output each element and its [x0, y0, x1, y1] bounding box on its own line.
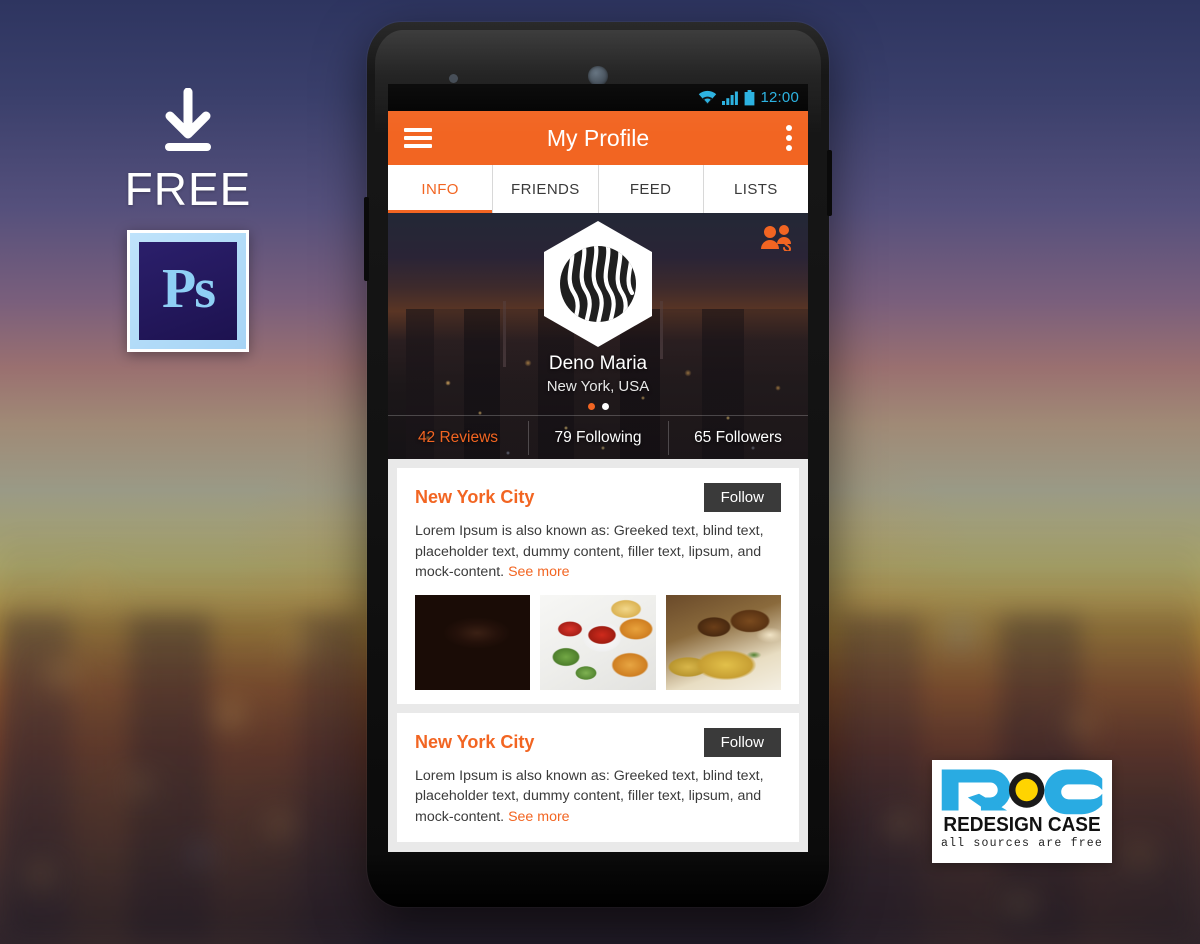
follow-button[interactable]: Follow	[703, 483, 781, 512]
see-more-link[interactable]: See more	[508, 809, 570, 825]
coffee-cup-photo[interactable]	[415, 594, 531, 690]
card-title: New York City	[415, 487, 535, 507]
stat-followers[interactable]: 65 Followers	[668, 420, 808, 455]
logo-tagline: all sources are free	[940, 837, 1104, 850]
chicken-biryani-photo[interactable]	[665, 594, 781, 690]
tab-info[interactable]: INFO	[388, 165, 494, 213]
carousel-dot[interactable]	[601, 403, 609, 410]
see-more-link[interactable]: See more	[508, 564, 570, 580]
download-icon	[165, 88, 211, 151]
app-bar: My Profile	[388, 111, 808, 165]
hamburger-menu-icon[interactable]	[404, 128, 432, 148]
hexagon-wave-avatar[interactable]	[540, 219, 656, 349]
feed-card: New York City Follow Lorem Ipsum is also…	[397, 468, 799, 704]
card-header: New York City Follow	[415, 727, 781, 757]
proximity-sensor	[449, 74, 458, 83]
logo-name: REDESIGN CASE	[943, 814, 1101, 836]
stat-following[interactable]: 79 Following	[528, 420, 668, 455]
tab-feed[interactable]: FEED	[599, 165, 704, 213]
photoshop-icon: Ps	[127, 230, 249, 352]
page-title: My Profile	[546, 124, 650, 151]
free-label: FREE	[124, 163, 252, 215]
card-body-text: Lorem Ipsum is also known as: Greeked te…	[415, 767, 764, 825]
status-bar-clock: 12:00	[760, 89, 799, 106]
photoshop-icon-label: Ps	[162, 258, 216, 320]
card-body-text: Lorem Ipsum is also known as: Greeked te…	[415, 523, 764, 581]
fries-nuggets-salad-photo[interactable]	[540, 594, 656, 690]
stat-reviews[interactable]: 42 Reviews	[388, 429, 528, 447]
card-body: Lorem Ipsum is also known as: Greeked te…	[415, 766, 781, 828]
profile-stats-row: 42 Reviews 79 Following 65 Followers	[388, 415, 808, 459]
card-header: New York City Follow	[415, 483, 781, 512]
power-button[interactable]	[827, 150, 832, 216]
card-body: Lorem Ipsum is also known as: Greeked te…	[415, 521, 781, 583]
feed-card: New York City Follow Lorem Ipsum is also…	[397, 712, 799, 842]
phone-device-mockup: 12:00 My Profile INFO FRIENDS FEED LISTS	[364, 22, 832, 907]
phone-screen: 12:00 My Profile INFO FRIENDS FEED LISTS	[388, 84, 808, 852]
profile-location: New York, USA	[546, 378, 650, 395]
wifi-icon	[698, 90, 717, 105]
follow-button[interactable]: Follow	[703, 727, 781, 757]
battery-icon	[744, 89, 755, 106]
profile-hero: Deno Maria New York, USA 42 Reviews 79 F…	[388, 213, 808, 459]
card-title: New York City	[415, 731, 535, 752]
redesign-case-logo: REDESIGN CASE all sources are free	[932, 760, 1112, 863]
status-bar: 12:00	[388, 84, 808, 111]
cellular-signal-icon	[722, 90, 739, 105]
free-download-promo: FREE Ps	[118, 88, 258, 352]
overflow-menu-icon[interactable]	[786, 125, 792, 151]
carousel-dots[interactable]	[388, 403, 808, 410]
profile-name: Deno Maria	[548, 353, 648, 374]
add-friends-icon[interactable]	[760, 225, 794, 256]
tab-friends[interactable]: FRIENDS	[493, 165, 599, 213]
tab-bar: INFO FRIENDS FEED LISTS	[388, 165, 808, 213]
tab-lists[interactable]: LISTS	[704, 165, 808, 213]
rc-monogram-icon	[938, 765, 1106, 815]
carousel-dot-active[interactable]	[587, 403, 595, 410]
feed-list: New York City Follow Lorem Ipsum is also…	[388, 459, 808, 842]
front-camera	[588, 66, 608, 86]
volume-button[interactable]	[364, 197, 369, 281]
card-thumbnails	[415, 594, 781, 690]
